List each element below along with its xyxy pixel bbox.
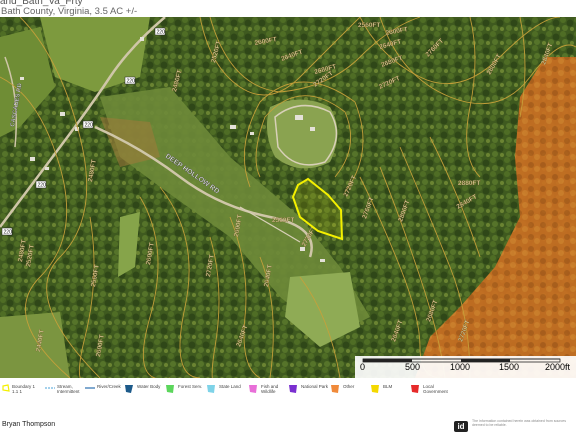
scale-tick-label: 500 <box>405 362 421 372</box>
contour-label: 2560FT <box>272 217 294 224</box>
other-icon <box>331 385 339 393</box>
legend-item: Stream, Intermittent <box>45 384 80 394</box>
legend-item: State Land <box>206 384 241 395</box>
brand-logo: id <box>454 421 468 432</box>
legend-item: National Park <box>288 384 328 395</box>
svg-text:220: 220 <box>4 230 13 236</box>
route-shield: 220 <box>82 120 94 129</box>
scale-tick-label: 1000 <box>450 362 471 372</box>
state-land-icon <box>207 385 215 393</box>
route-shield: 220 <box>35 180 47 189</box>
local-gov-icon <box>411 385 419 393</box>
national-park-icon <box>289 385 297 393</box>
map-legend: Boundary 1 1.1 1 Stream, Intermittent Ri… <box>0 380 576 410</box>
scale-bar: 0 500 1000 1500 2000ft <box>355 356 576 378</box>
stream-intermittent-icon <box>45 387 55 389</box>
forest-service-icon <box>166 385 174 393</box>
legend-item: Local Government <box>410 384 448 395</box>
legend-item: Fish and Wildlife <box>248 384 278 395</box>
scale-tick-label: 0 <box>360 362 366 372</box>
aerial-topo-map[interactable]: 2600FT 2640FT 2680FT 2720FT 2560FT 2600F… <box>0 17 576 378</box>
agent-name: Bryan Thompson <box>2 421 56 428</box>
map-subtitle: Bath County, Virginia, 3.5 AC +/- <box>1 6 138 17</box>
legend-item: Water Body <box>124 384 160 395</box>
contour-label: 2560FT <box>358 22 380 29</box>
legend-item: Boundary 1 1.1 1 <box>2 384 35 394</box>
scale-tick-label: 2000ft <box>545 362 571 372</box>
legend-item: Forest Serv. <box>165 384 202 395</box>
contour-label: 2880FT <box>458 180 480 187</box>
boundary-icon <box>2 384 10 392</box>
legend-item: BLM <box>370 384 392 395</box>
route-shield: 220 <box>154 27 166 36</box>
river-creek-icon <box>85 387 95 389</box>
legend-item: Other <box>330 384 354 395</box>
svg-text:220: 220 <box>157 30 166 36</box>
route-shield: 220 <box>124 76 136 85</box>
disclaimer-text: The information contained herein was obt… <box>472 419 566 427</box>
legend-item: River/Creek <box>85 384 121 393</box>
svg-text:220: 220 <box>127 79 136 85</box>
water-body-icon <box>125 385 133 393</box>
scale-tick-label: 1500 <box>499 362 520 372</box>
svg-text:220: 220 <box>85 123 94 129</box>
svg-text:220: 220 <box>38 183 47 189</box>
route-shield: 220 <box>1 227 13 236</box>
blm-icon <box>371 385 379 393</box>
fish-wildlife-icon <box>249 385 257 393</box>
